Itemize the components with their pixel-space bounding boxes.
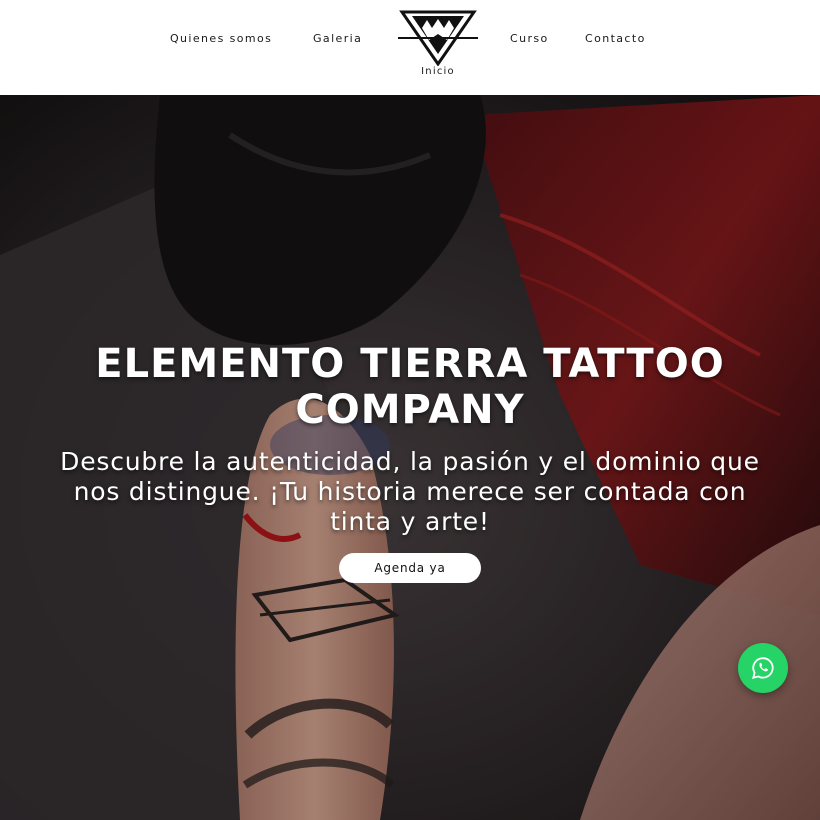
nav-link-galeria[interactable]: Galeria: [313, 32, 362, 45]
hero-section: ELEMENTO TIERRA TATTOO COMPANY Descubre …: [0, 95, 820, 820]
nav-link-quienes-somos[interactable]: Quienes somos: [170, 32, 272, 45]
nav-link-contacto[interactable]: Contacto: [585, 32, 646, 45]
logo-home-link[interactable]: Inicio: [398, 8, 478, 80]
whatsapp-button[interactable]: [738, 643, 788, 693]
triangle-logo-icon: [398, 10, 478, 66]
agenda-ya-button[interactable]: Agenda ya: [339, 553, 481, 583]
nav-link-curso[interactable]: Curso: [510, 32, 549, 45]
hero-title: ELEMENTO TIERRA TATTOO COMPANY: [95, 341, 725, 433]
site-header: Quienes somos Galeria Inicio Curso Conta…: [0, 0, 820, 95]
hero-subtitle: Descubre la autenticidad, la pasión y el…: [60, 447, 760, 536]
logo-label: Inicio: [421, 66, 455, 77]
whatsapp-icon: [752, 657, 774, 679]
page: Quienes somos Galeria Inicio Curso Conta…: [0, 0, 820, 820]
